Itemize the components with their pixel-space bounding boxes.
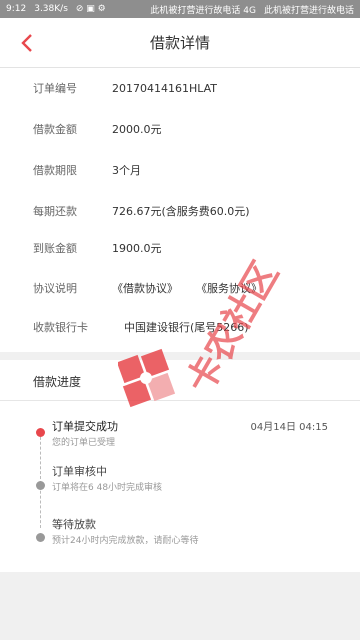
step-dot bbox=[36, 481, 45, 490]
loan-agreement-link[interactable]: 《借款协议》 bbox=[112, 280, 178, 296]
loan-detail-card: 订单编号 20170414161HLAT 借款金额 2000.0元 借款期限 3… bbox=[0, 68, 360, 352]
detail-row-repayment: 每期还款 726.67元(含服务费60.0元) bbox=[0, 200, 360, 222]
notification-icons: ⊘ ▣ ⚙ bbox=[75, 4, 106, 14]
agreements-label: 协议说明 bbox=[33, 282, 77, 295]
carrier-primary: 此机被打营进行故电话 4G bbox=[150, 5, 256, 16]
step-dot-active bbox=[36, 428, 45, 437]
order-number-value: 20170414161HLAT bbox=[112, 81, 218, 95]
step-desc: 您的订单已受理 bbox=[52, 438, 116, 448]
status-time: 9:12 bbox=[6, 4, 27, 14]
timeline-connector bbox=[40, 432, 41, 528]
network-speed: 3.38K/s bbox=[34, 4, 68, 14]
service-agreement-link[interactable]: 《服务协议》 bbox=[196, 280, 262, 296]
loan-amount-value: 2000.0元 bbox=[112, 123, 162, 136]
detail-row-agreements: 协议说明 《借款协议》 《服务协议》 bbox=[0, 277, 360, 299]
progress-title: 借款进度 bbox=[33, 375, 82, 389]
repayment-value: 726.67元(含服务费60.0元) bbox=[112, 205, 250, 218]
bank-card-value: 中国建设银行(尾号5266) bbox=[124, 321, 249, 334]
detail-row-loan-term: 借款期限 3个月 bbox=[0, 159, 360, 181]
order-number-label: 订单编号 bbox=[33, 82, 77, 95]
divider bbox=[0, 400, 360, 401]
step-desc: 预计24小时内完成放款，请耐心等待 bbox=[52, 536, 199, 546]
page-title: 借款详情 bbox=[149, 34, 210, 52]
detail-row-loan-amount: 借款金额 2000.0元 bbox=[0, 118, 360, 140]
bank-card-label: 收款银行卡 bbox=[33, 321, 88, 334]
step-time: 04月14日 04:15 bbox=[250, 422, 328, 433]
loan-amount-label: 借款金额 bbox=[33, 123, 77, 136]
detail-row-order-number: 订单编号 20170414161HLAT bbox=[0, 77, 360, 99]
received-amount-label: 到账金额 bbox=[33, 242, 77, 255]
step-desc: 订单将在6 48小时完成审核 bbox=[52, 483, 163, 493]
step-title: 订单审核中 bbox=[52, 465, 107, 478]
status-bar: 9:12 3.38K/s ⊘ ▣ ⚙ 此机被打营进行故电话 4G 此机被打营进行… bbox=[0, 0, 360, 18]
loan-progress-card: 借款进度 订单提交成功 04月14日 04:15 您的订单已受理 订单审核中 订… bbox=[0, 360, 360, 572]
app-header: 借款详情 bbox=[0, 18, 360, 68]
chevron-left-icon bbox=[21, 34, 32, 52]
detail-row-received-amount: 到账金额 1900.0元 bbox=[0, 237, 360, 259]
step-title: 订单提交成功 bbox=[52, 420, 118, 433]
received-amount-value: 1900.0元 bbox=[112, 242, 162, 255]
loan-term-label: 借款期限 bbox=[33, 164, 77, 177]
step-dot bbox=[36, 533, 45, 542]
step-title: 等待放款 bbox=[52, 518, 96, 531]
loan-term-value: 3个月 bbox=[112, 164, 141, 177]
repayment-label: 每期还款 bbox=[33, 205, 77, 218]
back-button[interactable] bbox=[10, 26, 44, 60]
detail-row-bank-card: 收款银行卡 中国建设银行(尾号5266) bbox=[0, 316, 360, 338]
carrier-secondary: 此机被打营进行故电话 bbox=[263, 5, 354, 16]
